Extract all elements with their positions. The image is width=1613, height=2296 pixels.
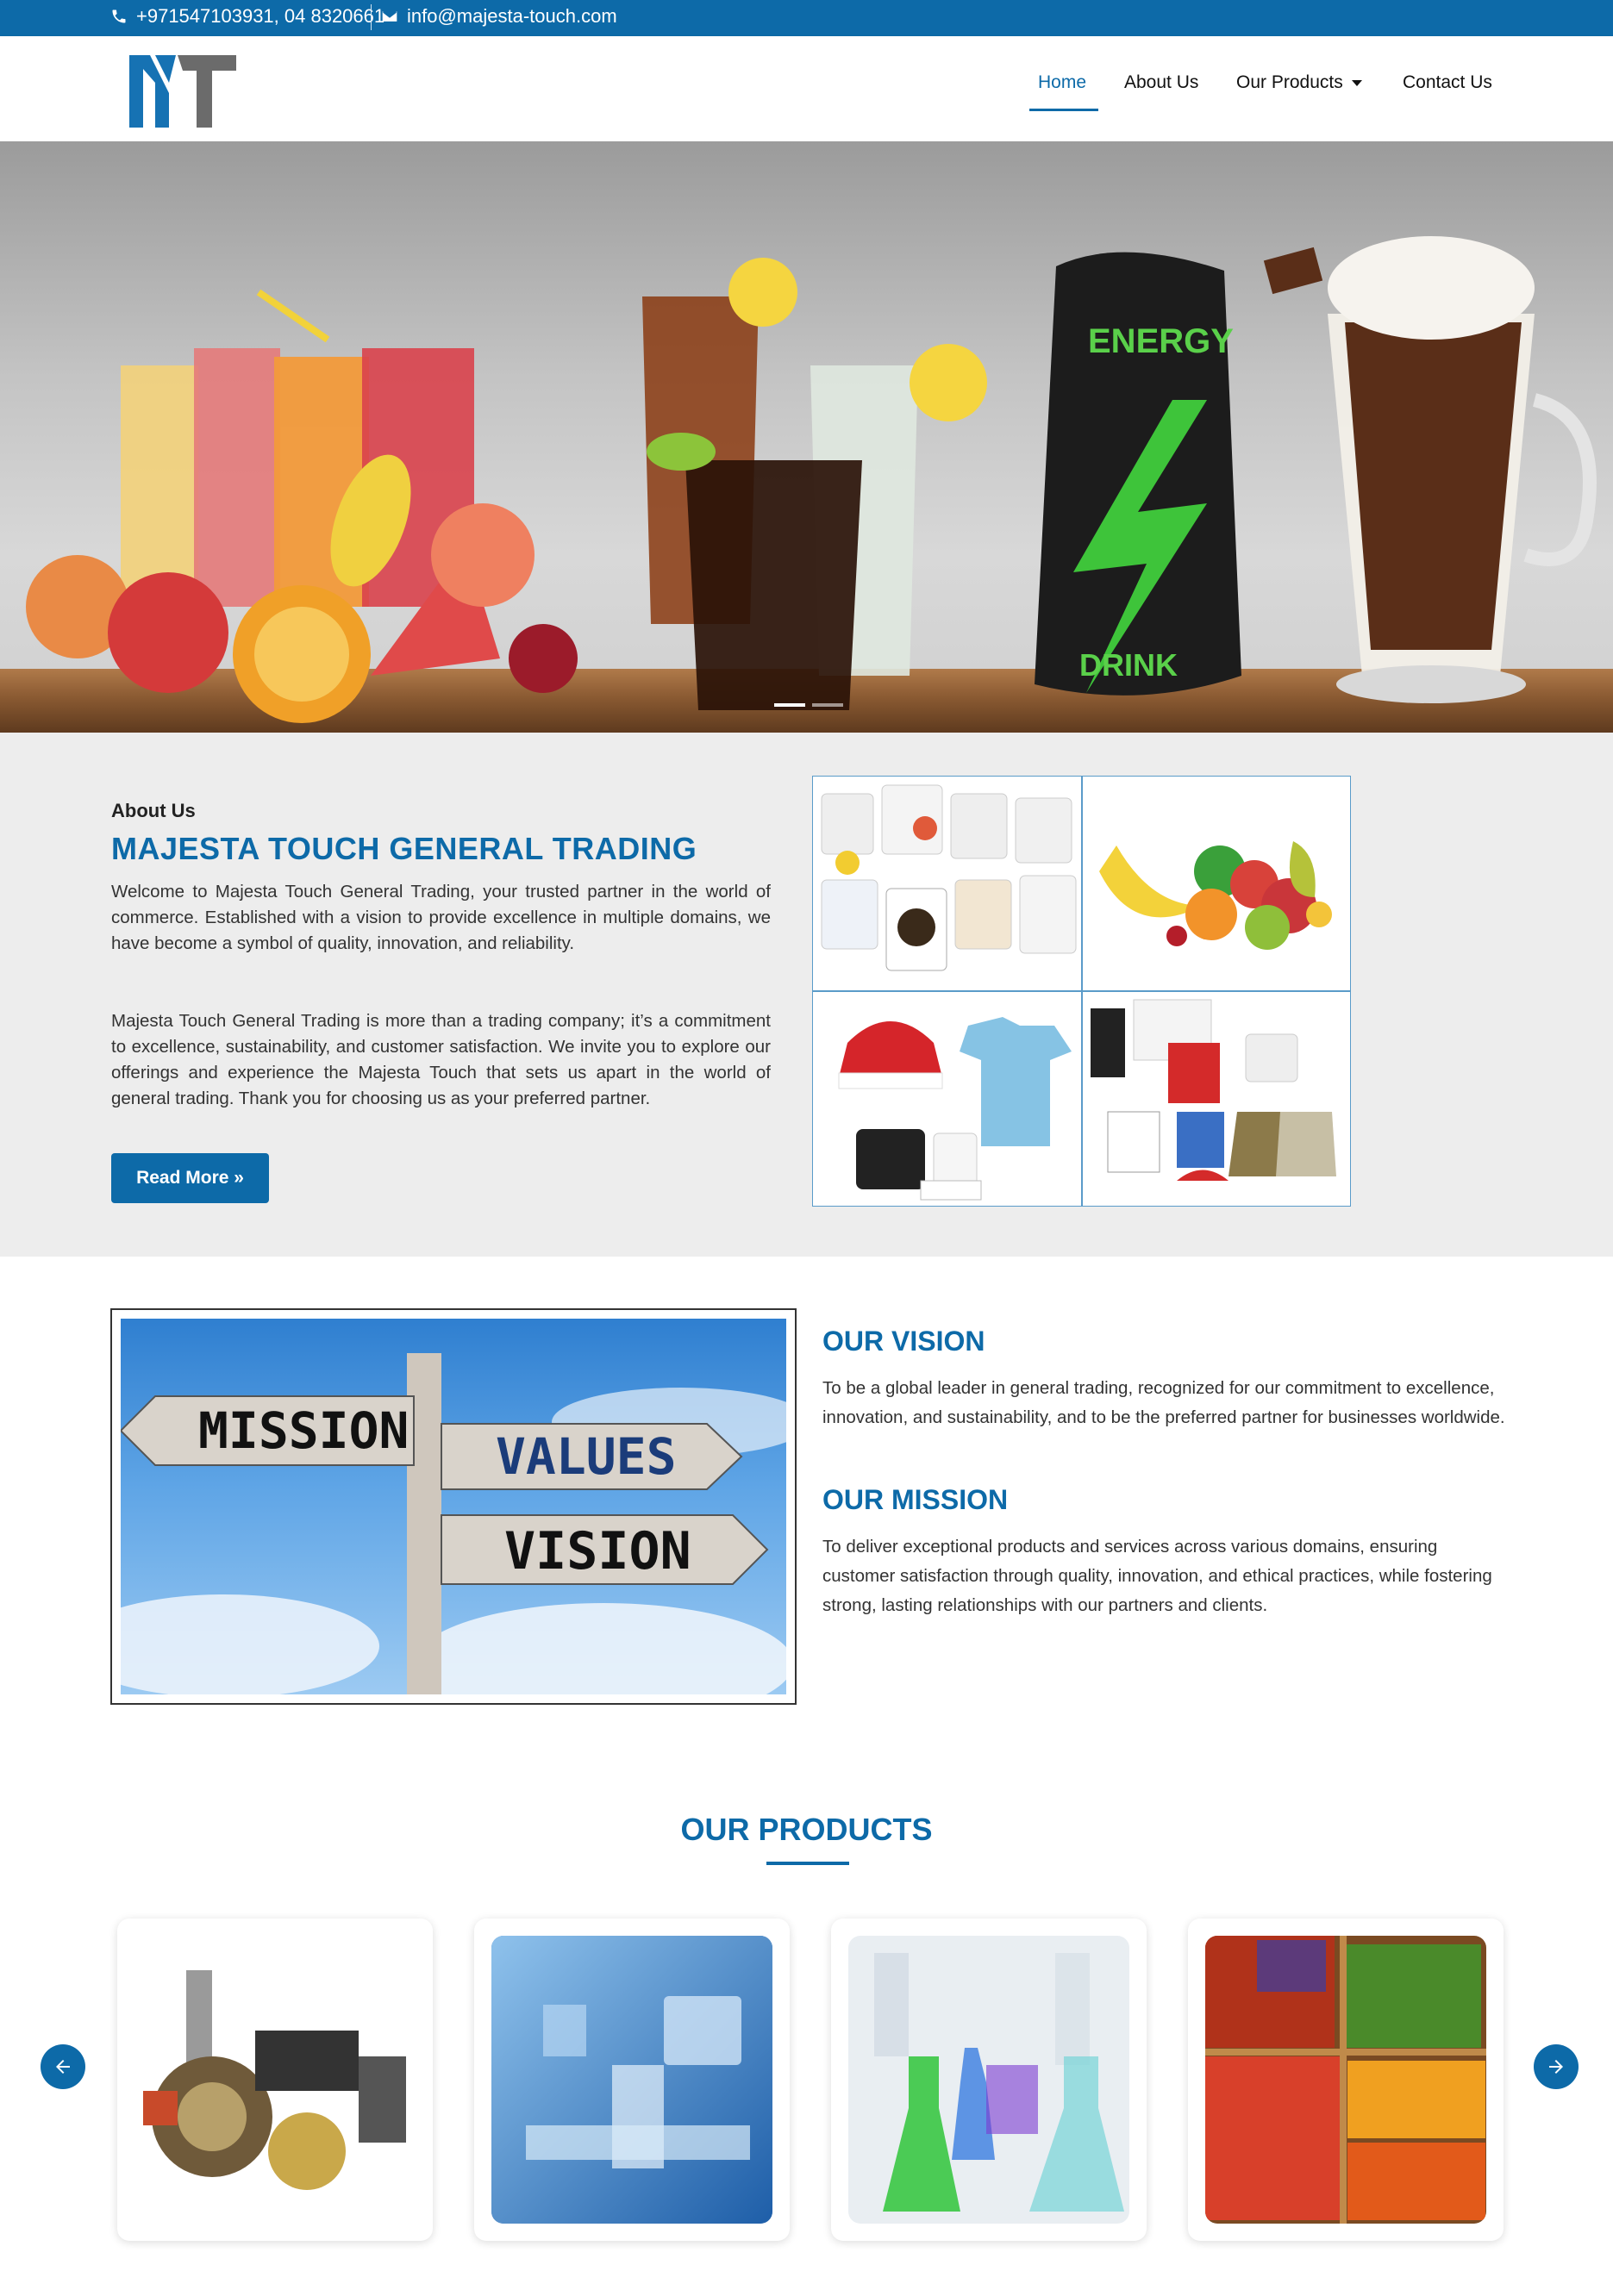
vision-heading: OUR VISION — [822, 1326, 985, 1357]
read-more-button[interactable]: Read More » — [111, 1153, 269, 1203]
about-paragraph-1: Welcome to Majesta Touch General Trading… — [111, 882, 771, 953]
hero-drinks-illustration: ENERGY DRINK — [26, 236, 1597, 723]
can-text-top: ENERGY — [1088, 322, 1234, 360]
arrow-right-icon — [1549, 2060, 1563, 2074]
hero-carousel[interactable]: ENERGY DRINK — [0, 141, 1613, 733]
product-image-laboratory-chemicals — [848, 1936, 1129, 2224]
sign-vision: VISION — [504, 1521, 691, 1582]
mission-heading: OUR MISSION — [822, 1484, 1009, 1515]
products-heading-underline — [766, 1862, 849, 1865]
collage-caps-tshirts — [813, 991, 1081, 1206]
read-more-label: Read More » — [136, 1168, 244, 1188]
can-text-bottom: DRINK — [1079, 647, 1178, 683]
main-navbar: Home About Us Our Products Contact Us — [0, 36, 1613, 141]
carousel-dot-2[interactable] — [812, 703, 843, 707]
carousel-prev-button[interactable] — [41, 2044, 85, 2089]
phone-text: +971547103931, 04 8320661 — [136, 5, 385, 27]
nav-home[interactable]: Home — [1038, 72, 1086, 93]
email-contact[interactable]: info@majesta-touch.com — [381, 5, 617, 28]
collage-mugs — [813, 777, 1081, 991]
product-image-fresh-vegetables — [1205, 1936, 1486, 2224]
company-logo[interactable] — [126, 48, 240, 129]
product-card-medical-equipment[interactable] — [474, 1919, 790, 2241]
collage-fruits — [1082, 777, 1350, 991]
email-text: info@majesta-touch.com — [407, 5, 617, 27]
sign-values: VALUES — [496, 1427, 677, 1486]
carousel-dot-1[interactable] — [774, 703, 805, 707]
sign-mission: MISSION — [198, 1401, 409, 1460]
collage-promo-items — [1082, 991, 1350, 1206]
top-contact-bar: +971547103931, 04 8320661 info@majesta-t… — [0, 0, 1613, 36]
phone-icon — [112, 9, 126, 23]
product-image-auto-parts — [134, 1936, 416, 2224]
product-collage — [812, 776, 1351, 1207]
nav-active-indicator — [1029, 109, 1098, 111]
mission-values-image-frame: MISSION VALUES VISION — [110, 1308, 797, 1705]
signpost-image: MISSION VALUES VISION — [121, 1319, 786, 1694]
products-heading: OUR PRODUCTS — [680, 1812, 933, 1847]
product-card-auto-parts[interactable] — [117, 1919, 433, 2241]
product-image-medical-equipment — [491, 1936, 772, 2224]
mission-text: To deliver exceptional products and serv… — [822, 1537, 1492, 1615]
about-paragraph-2: Majesta Touch General Trading is more th… — [111, 1011, 771, 1108]
about-kicker: About Us — [111, 800, 196, 821]
envelope-icon — [382, 11, 397, 22]
nav-our-products-label: Our Products — [1236, 72, 1343, 92]
topbar-divider — [371, 4, 372, 30]
phone-contact[interactable]: +971547103931, 04 8320661 — [110, 5, 384, 28]
about-title: MAJESTA TOUCH GENERAL TRADING — [111, 831, 697, 866]
collage-divider-horizontal — [813, 990, 1350, 992]
product-card-laboratory-chemicals[interactable] — [831, 1919, 1147, 2241]
arrow-left-icon — [56, 2060, 70, 2074]
about-section: About Us MAJESTA TOUCH GENERAL TRADING W… — [0, 733, 1613, 1257]
nav-our-products[interactable]: Our Products — [1236, 72, 1362, 93]
nav-about-us[interactable]: About Us — [1124, 72, 1198, 93]
nav-contact-us[interactable]: Contact Us — [1403, 72, 1492, 93]
caret-down-icon — [1351, 79, 1362, 86]
product-card-fresh-vegetables[interactable] — [1188, 1919, 1504, 2241]
carousel-next-button[interactable] — [1534, 2044, 1579, 2089]
carousel-indicators — [774, 703, 843, 707]
vision-text: To be a global leader in general trading… — [822, 1378, 1505, 1427]
